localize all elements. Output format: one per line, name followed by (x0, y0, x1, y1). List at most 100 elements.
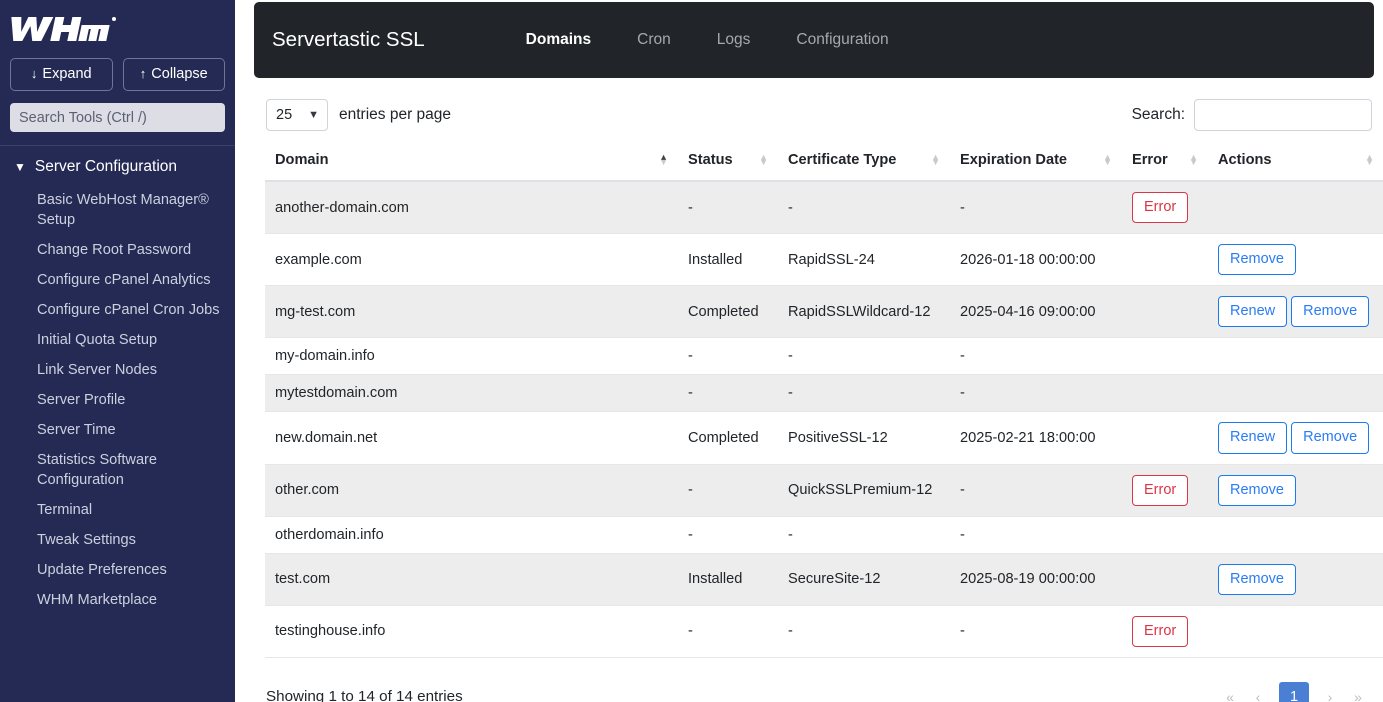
cell-certificate-type: SecureSite-12 (778, 553, 950, 606)
column-header-status[interactable]: Status ▲ ▼ (678, 140, 778, 182)
tab-domains[interactable]: Domains (503, 25, 614, 55)
cell-actions: Renew Remove (1208, 411, 1383, 465)
cell-certificate-type: PositiveSSL-12 (778, 411, 950, 465)
tab-configuration[interactable]: Configuration (773, 25, 911, 55)
renew-button[interactable]: Renew (1218, 422, 1288, 454)
column-header-certificate-type[interactable]: Certificate Type ▲ ▼ (778, 140, 950, 182)
table-row: example.com Installed RapidSSL-24 2026-01-1… (265, 233, 1383, 287)
renew-button[interactable]: Renew (1218, 296, 1288, 328)
sidebar-item-label: Update Preferences (37, 562, 167, 579)
remove-button[interactable]: Remove (1218, 563, 1296, 595)
sidebar-item-configure-cpanel-analytics[interactable]: Configure cPanel Analytics (0, 265, 235, 295)
search-tools-input[interactable] (10, 103, 225, 133)
cell-error (1122, 285, 1208, 339)
sidebar-item-label: Configure cPanel Analytics (37, 272, 211, 289)
arrow-up-icon: ↑ (139, 66, 147, 81)
table-row: new.domain.net Completed PositiveSSL-12 202… (265, 411, 1383, 465)
tab-cron[interactable]: Cron (614, 25, 694, 55)
column-header-domain[interactable]: Domain ▲ ▼ (265, 140, 678, 182)
sort-indicator-icon[interactable]: ▲ ▼ (759, 153, 768, 167)
cell-error: Error (1122, 181, 1208, 235)
column-header-actions[interactable]: Actions ▲ ▼ (1208, 140, 1383, 182)
cell-certificate-type: RapidSSL-24 (778, 233, 950, 287)
entries-select-wrap: 102550100 ▼ (266, 99, 328, 131)
entries-per-page-select[interactable]: 102550100 (266, 99, 328, 131)
sidebar-item-link-server-nodes[interactable]: Link Server Nodes (0, 355, 235, 385)
remove-button[interactable]: Remove (1291, 422, 1370, 454)
sidebar-item-whm-marketplace[interactable]: WHM Marketplace (0, 585, 235, 615)
pagination-next[interactable]: › (1316, 683, 1344, 702)
datatable-container: 102550100 ▼ entries per page Search: (254, 90, 1383, 702)
entries-per-page-label: entries per page (339, 106, 452, 123)
error-button[interactable]: Error (1132, 192, 1189, 224)
sidebar-item-label: Basic WebHost Manager® Setup (37, 192, 209, 229)
cell-error: Error (1122, 464, 1208, 517)
sidebar-group-label: Server Configuration (34, 158, 178, 176)
sidebar-item-update-preferences[interactable]: Update Preferences (0, 555, 235, 585)
error-button[interactable]: Error (1132, 615, 1189, 647)
sidebar-item-configure-cpanel-cron-jobs[interactable]: Configure cPanel Cron Jobs (0, 295, 235, 325)
cell-status: - (678, 181, 778, 235)
column-header-label: Certificate Type (788, 152, 897, 168)
expand-label: Expand (42, 66, 92, 82)
sort-indicator-icon[interactable]: ▲ ▼ (1103, 153, 1112, 167)
column-header-error[interactable]: Error ▲ ▼ (1122, 140, 1208, 182)
cell-expiration-date: - (950, 337, 1122, 376)
cell-certificate-type: - (778, 337, 950, 376)
column-header-expiration-date[interactable]: Expiration Date ▲ ▼ (950, 140, 1122, 182)
remove-button[interactable]: Remove (1218, 244, 1296, 276)
sidebar-item-label: Terminal (37, 502, 93, 519)
search-control: Search: (1132, 99, 1372, 131)
cell-expiration-date: 2025-08-19 00:00:00 (950, 553, 1122, 606)
sidebar-item-statistics-software-configuration[interactable]: Statistics Software Configuration (0, 445, 235, 495)
sort-indicator-icon[interactable]: ▲ ▼ (659, 153, 668, 167)
sidebar-item-label: Tweak Settings (37, 532, 136, 549)
table-search-input[interactable] (1194, 99, 1372, 131)
error-button[interactable]: Error (1132, 474, 1189, 506)
sort-indicator-icon[interactable]: ▲ ▼ (1189, 153, 1198, 167)
cell-actions (1208, 337, 1383, 376)
sort-indicator-icon[interactable]: ▲ ▼ (1365, 153, 1374, 167)
sidebar-item-change-root-password[interactable]: Change Root Password (0, 235, 235, 265)
cell-status: - (678, 374, 778, 413)
table-row: mg-test.com Completed RapidSSLWildcard-12 2… (265, 285, 1383, 339)
sidebar-item-label: Configure cPanel Cron Jobs (37, 302, 220, 319)
tab-logs[interactable]: Logs (694, 25, 774, 55)
cell-error (1122, 553, 1208, 606)
sidebar-item-server-time[interactable]: Server Time (0, 415, 235, 445)
remove-button[interactable]: Remove (1218, 474, 1296, 506)
length-control: 102550100 ▼ entries per page (266, 99, 451, 131)
datatable-controls: 102550100 ▼ entries per page Search: (254, 90, 1383, 140)
collapse-label: Collapse (151, 66, 208, 82)
cell-expiration-date: - (950, 374, 1122, 413)
sidebar-item-basic-webhost-manager-setup[interactable]: Basic WebHost Manager® Setup (0, 185, 235, 235)
pagination-first[interactable]: « (1216, 683, 1244, 702)
cell-domain: mytestdomain.com (265, 374, 678, 413)
pagination-page-1[interactable]: 1 (1279, 681, 1309, 702)
remove-button[interactable]: Remove (1291, 296, 1370, 328)
cell-domain: new.domain.net (265, 411, 678, 465)
sidebar-item-server-profile[interactable]: Server Profile (0, 385, 235, 415)
cell-error: Error (1122, 605, 1208, 658)
search-label: Search: (1131, 106, 1185, 123)
sort-indicator-icon[interactable]: ▲ ▼ (931, 153, 940, 167)
cell-certificate-type: - (778, 516, 950, 554)
cell-certificate-type: RapidSSLWildcard-12 (778, 285, 950, 339)
cell-domain: otherdomain.info (265, 516, 678, 554)
pagination-last[interactable]: » (1344, 683, 1372, 702)
pagination-prev[interactable]: ‹ (1244, 683, 1272, 702)
showing-entries-info: Showing 1 to 14 of 14 entries (266, 688, 463, 702)
sidebar-item-tweak-settings[interactable]: Tweak Settings (0, 525, 235, 555)
column-header-label: Expiration Date (960, 152, 1068, 168)
sidebar-group-server-configuration[interactable]: ▼ Server Configuration (0, 146, 235, 185)
cell-actions (1208, 181, 1383, 235)
sidebar-item-label: Change Root Password (37, 242, 192, 259)
collapse-button[interactable]: ↑ Collapse (122, 58, 225, 92)
cell-domain: mg-test.com (265, 285, 678, 339)
sidebar-item-initial-quota-setup[interactable]: Initial Quota Setup (0, 325, 235, 355)
sidebar-item-terminal[interactable]: Terminal (0, 495, 235, 525)
table-row: test.com Installed SecureSite-12 2025-08-19… (265, 553, 1383, 606)
expand-button[interactable]: ↓ Expand (10, 58, 113, 92)
sidebar: ↓ Expand ↑ Collapse ▼ Server Configuration… (0, 0, 235, 702)
sidebar-item-label: Server Profile (37, 392, 126, 409)
